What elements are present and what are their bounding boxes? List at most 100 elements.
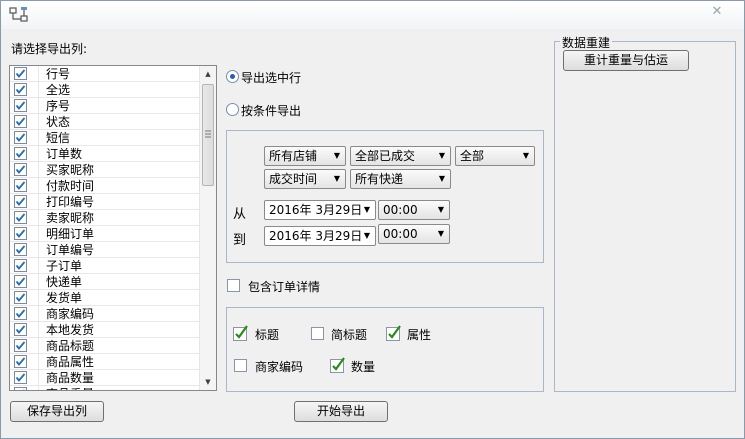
detail-fields-group xyxy=(226,307,544,392)
list-item[interactable]: 买家昵称 xyxy=(10,162,200,178)
scroll-down-icon[interactable]: ▼ xyxy=(200,374,216,390)
list-item[interactable]: 卖家昵称 xyxy=(10,210,200,226)
list-item[interactable]: 行号 xyxy=(10,66,200,82)
list-item-label: 发货单 xyxy=(46,291,83,305)
chevron-down-icon: ▼ xyxy=(333,151,340,160)
chevron-down-icon: ▼ xyxy=(438,151,445,160)
list-item[interactable]: 订单数 xyxy=(10,146,200,162)
list-item-label: 快递单 xyxy=(46,275,83,289)
checked-icon[interactable] xyxy=(14,83,27,96)
radio-export-selected[interactable] xyxy=(226,70,239,83)
list-item[interactable]: 状态 xyxy=(10,114,200,130)
column-divider xyxy=(38,338,39,354)
list-item[interactable]: 商品标题 xyxy=(10,338,200,354)
recalc-weight-button[interactable]: 重计重量与估运 xyxy=(563,50,689,71)
list-item[interactable]: 打印编号 xyxy=(10,194,200,210)
list-item[interactable]: 序号 xyxy=(10,98,200,114)
order-status-select[interactable]: 全部已成交 ▼ xyxy=(350,146,451,166)
column-divider xyxy=(38,130,39,146)
column-divider xyxy=(38,162,39,178)
chevron-down-icon: ▼ xyxy=(438,174,445,183)
checkbox-title[interactable] xyxy=(233,325,249,341)
checked-icon[interactable] xyxy=(14,275,27,288)
checked-icon[interactable] xyxy=(14,243,27,256)
courier-select[interactable]: 所有快递 ▼ xyxy=(350,169,451,189)
checked-icon[interactable] xyxy=(14,291,27,304)
list-item[interactable]: 短信 xyxy=(10,130,200,146)
list-item-label: 本地发货 xyxy=(46,323,95,337)
checkbox-short-title[interactable] xyxy=(311,327,324,340)
list-item[interactable]: 发货单 xyxy=(10,290,200,306)
list-item-label: 打印编号 xyxy=(46,195,95,209)
from-label: 从 xyxy=(233,207,247,222)
column-list[interactable]: 行号 全选 序号 状态 短信 订单数 买家昵称 付款时间打印编号 卖家昵称 明细订单 订单编号子订单… xyxy=(9,65,217,391)
list-item-label: 子订单 xyxy=(46,259,83,273)
checkbox-attribute[interactable] xyxy=(386,325,402,341)
to-date-value: 2016年 3月29日 xyxy=(269,229,363,243)
grip-icon xyxy=(205,130,211,138)
include-detail-checkbox[interactable] xyxy=(227,279,240,292)
scroll-thumb[interactable] xyxy=(202,84,214,186)
column-divider xyxy=(38,306,39,322)
checkbox-merchant-code-label: 商家编码 xyxy=(255,360,304,374)
checked-icon[interactable] xyxy=(14,355,27,368)
column-divider xyxy=(38,258,39,274)
from-time-select[interactable]: 00:00 ▼ xyxy=(378,200,450,220)
checked-icon[interactable] xyxy=(14,99,27,112)
list-item-label: 商品重量 xyxy=(46,386,94,390)
column-divider xyxy=(38,322,39,338)
list-item-label: 商品属性 xyxy=(46,355,95,369)
checked-icon[interactable] xyxy=(14,147,27,160)
list-item[interactable]: 商品属性 xyxy=(10,354,200,370)
time-type-select[interactable]: 成交时间 ▼ xyxy=(264,169,346,189)
checked-icon[interactable] xyxy=(14,131,27,144)
shop-select[interactable]: 所有店铺 ▼ xyxy=(264,146,346,166)
list-item[interactable]: 商家编码 xyxy=(10,306,200,322)
save-columns-button[interactable]: 保存导出列 xyxy=(10,401,104,422)
list-item[interactable]: 快递单 xyxy=(10,274,200,290)
checked-icon[interactable] xyxy=(14,371,27,384)
list-item[interactable]: 付款时间 xyxy=(10,178,200,194)
list-item[interactable]: 全选 xyxy=(10,82,200,98)
export-window: ✕ 请选择导出列: 行号 全选 序号 状态 短信 订单数 买家昵称 付款时间 打印编号 卖家昵称明… xyxy=(0,0,745,439)
from-date-value: 2016年 3月29日 xyxy=(269,203,363,217)
checked-icon[interactable] xyxy=(14,227,27,240)
list-item-label: 短信 xyxy=(46,131,71,145)
list-item[interactable]: 子订单 xyxy=(10,258,200,274)
list-item[interactable]: 订单编号 xyxy=(10,242,200,258)
start-export-button[interactable]: 开始导出 xyxy=(294,401,388,422)
radio-export-by-condition[interactable] xyxy=(226,103,239,116)
list-item-label: 订单编号 xyxy=(46,243,95,257)
checkbox-short-title-label: 简标题 xyxy=(331,328,368,342)
checkbox-merchant-code[interactable] xyxy=(234,359,247,372)
order-status-value: 全部已成交 xyxy=(355,149,416,163)
scope-select[interactable]: 全部 ▼ xyxy=(455,146,535,166)
checked-icon[interactable] xyxy=(14,323,27,336)
include-detail-label: 包含订单详情 xyxy=(248,280,321,294)
close-icon: ✕ xyxy=(711,4,723,19)
checked-icon[interactable] xyxy=(14,195,27,208)
list-item[interactable]: 明细订单 xyxy=(10,226,200,242)
checked-icon[interactable] xyxy=(14,115,27,128)
scroll-up-icon[interactable]: ▲ xyxy=(200,66,216,82)
checked-icon[interactable] xyxy=(14,339,27,352)
checked-icon[interactable] xyxy=(14,259,27,272)
shop-select-value: 所有店铺 xyxy=(269,149,318,163)
list-item[interactable]: 商品重量 xyxy=(10,386,200,391)
checked-icon[interactable] xyxy=(14,67,27,80)
to-date-picker[interactable]: 2016年 3月29日 ▼ xyxy=(264,226,376,246)
checked-icon[interactable] xyxy=(14,387,27,391)
checked-icon[interactable] xyxy=(14,307,27,320)
list-item-label: 付款时间 xyxy=(46,179,95,193)
checked-icon[interactable] xyxy=(14,179,27,192)
column-divider xyxy=(38,82,39,98)
checked-icon[interactable] xyxy=(14,211,27,224)
list-item[interactable]: 本地发货 xyxy=(10,322,200,338)
from-date-picker[interactable]: 2016年 3月29日 ▼ xyxy=(264,200,376,220)
checkbox-quantity[interactable] xyxy=(330,357,346,373)
close-button[interactable]: ✕ xyxy=(702,4,732,20)
to-time-select[interactable]: 00:00 ▼ xyxy=(378,224,450,244)
checked-icon[interactable] xyxy=(14,163,27,176)
list-item[interactable]: 商品数量 xyxy=(10,370,200,386)
column-list-scrollbar[interactable]: ▲ ▼ xyxy=(199,66,216,390)
